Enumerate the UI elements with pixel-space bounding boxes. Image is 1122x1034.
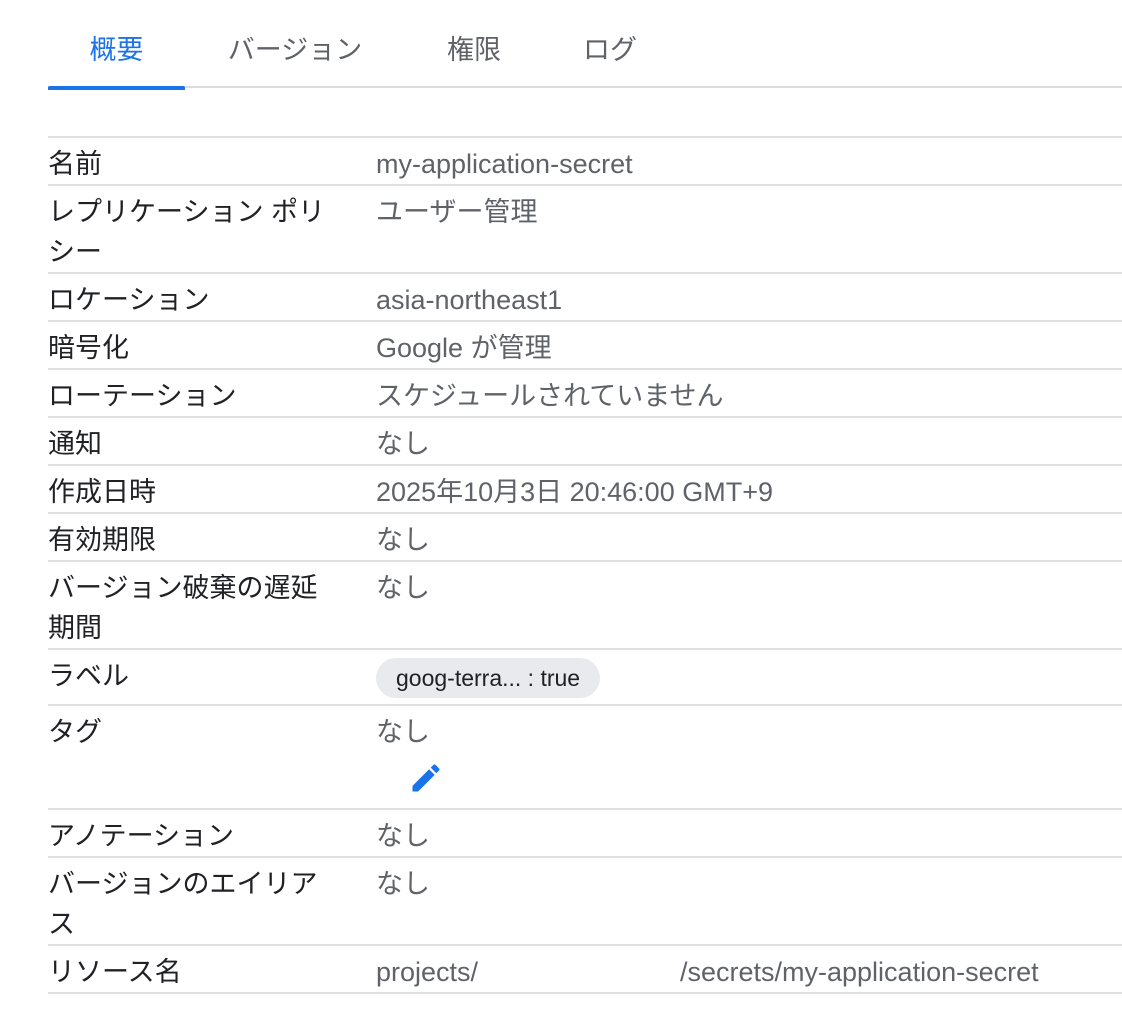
detail-row-name: 名前 my-application-secret: [48, 136, 1122, 184]
detail-label-created: 作成日時: [48, 477, 156, 507]
detail-row-created: 作成日時 2025年10月3日 20:46:00 GMT+9: [48, 464, 1122, 512]
detail-row-destroy-delay: バージョン破棄の遅延期間 なし: [48, 560, 1122, 648]
detail-label-destroy-delay: バージョン破棄の遅延期間: [48, 573, 318, 643]
detail-row-resource-name: リソース名 projects/ /secrets/my-application-…: [48, 944, 1122, 994]
detail-value-name: my-application-secret: [376, 149, 633, 179]
detail-label-labels: ラベル: [48, 661, 129, 691]
secret-details-table: 名前 my-application-secret レプリケーション ポリシー ユ…: [48, 136, 1122, 994]
detail-value-expiration: なし: [376, 525, 430, 555]
detail-value-created: 2025年10月3日 20:46:00 GMT+9: [376, 477, 773, 507]
detail-row-version-alias: バージョンのエイリアス なし: [48, 856, 1122, 944]
edit-tags-button[interactable]: [408, 760, 444, 796]
detail-label-rotation: ローテーション: [48, 381, 237, 411]
detail-row-rotation: ローテーション スケジュールされていません: [48, 368, 1122, 416]
detail-row-location: ロケーション asia-northeast1: [48, 272, 1122, 320]
pencil-icon: [412, 764, 440, 792]
detail-label-expiration: 有効期限: [48, 525, 156, 555]
tab-overview-label: 概要: [89, 35, 144, 65]
tab-permissions-label: 権限: [447, 35, 501, 65]
detail-label-notification: 通知: [48, 429, 102, 459]
detail-row-annotations: アノテーション なし: [48, 808, 1122, 856]
tab-logs[interactable]: ログ: [566, 0, 654, 88]
detail-value-destroy-delay: なし: [376, 573, 430, 603]
detail-label-encryption: 暗号化: [48, 333, 129, 363]
detail-label-annotations: アノテーション: [48, 821, 235, 851]
detail-value-tags: なし: [376, 717, 430, 747]
detail-row-encryption: 暗号化 Google が管理: [48, 320, 1122, 368]
detail-row-labels: ラベル goog-terra... : true: [48, 648, 1122, 704]
detail-row-tags: タグ なし: [48, 704, 1122, 808]
detail-row-expiration: 有効期限 なし: [48, 512, 1122, 560]
detail-label-location: ロケーション: [48, 285, 210, 315]
detail-label-resource-name: リソース名: [48, 957, 182, 987]
detail-value-replication: ユーザー管理: [376, 197, 538, 227]
detail-value-annotations: なし: [376, 821, 430, 851]
detail-label-tags: タグ: [48, 717, 102, 747]
tab-versions[interactable]: バージョン: [210, 0, 380, 88]
detail-value-version-alias: なし: [376, 869, 430, 899]
tab-bar: 概要 バージョン 権限 ログ: [48, 0, 1122, 90]
detail-value-encryption: Google が管理: [376, 333, 552, 363]
detail-value-resource-prefix: projects/: [376, 957, 479, 987]
tab-overview[interactable]: 概要: [48, 0, 185, 90]
detail-value-resource-suffix: /secrets/my-application-secret: [680, 957, 1039, 987]
detail-label-replication: レプリケーション ポリシー: [48, 197, 325, 267]
label-chip[interactable]: goog-terra... : true: [376, 658, 601, 698]
tab-permissions[interactable]: 権限: [428, 0, 520, 88]
tab-logs-label: ログ: [583, 35, 637, 65]
detail-value-notification: なし: [376, 429, 430, 459]
detail-row-notification: 通知 なし: [48, 416, 1122, 464]
active-tab-indicator: [48, 86, 185, 90]
detail-label-version-alias: バージョンのエイリアス: [48, 869, 318, 939]
tab-versions-label: バージョン: [227, 35, 363, 65]
detail-label-name: 名前: [48, 149, 102, 179]
detail-value-rotation: スケジュールされていません: [376, 381, 724, 411]
detail-row-replication: レプリケーション ポリシー ユーザー管理: [48, 184, 1122, 272]
detail-value-location: asia-northeast1: [376, 285, 563, 315]
